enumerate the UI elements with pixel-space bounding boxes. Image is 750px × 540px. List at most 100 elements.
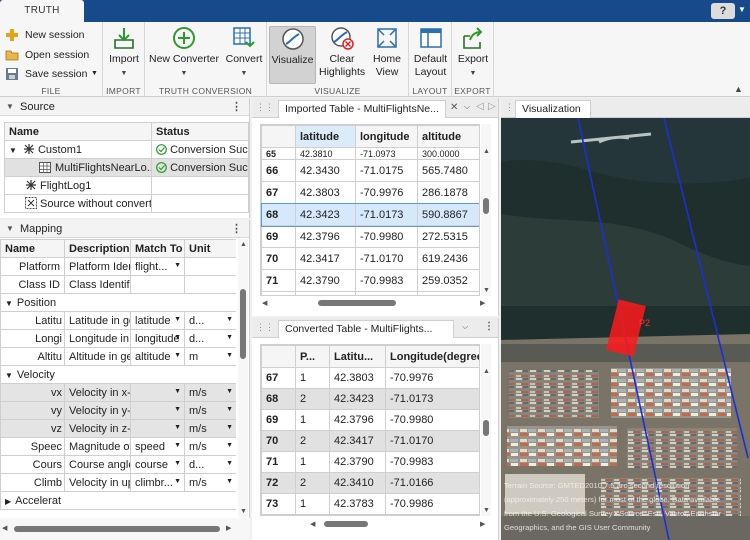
imported-cell-lon[interactable]: -71.0173 [355, 203, 418, 226]
mapping-row[interactable]: Class ID Class Identifie [0, 275, 236, 294]
tab-visualization[interactable]: Visualization [515, 100, 591, 118]
imported-row[interactable]: 66 42.3430 -71.0175 565.7480 [261, 159, 479, 182]
imported-cell-alt[interactable]: 272.5315 [417, 225, 479, 248]
save-session-dropdown-icon[interactable]: ▼ [91, 65, 98, 83]
converted-tab-grip-icon[interactable]: ⋮⋮ [256, 322, 274, 333]
mapping-row[interactable]: Latitu Latitude in ge latitude ▼ d... ▼ [0, 311, 236, 330]
dropdown-caret-icon[interactable]: ▼ [174, 388, 181, 395]
mapping-row[interactable]: ▶ Accelerat [0, 491, 236, 510]
help-dropdown-icon[interactable]: ▼ [738, 5, 746, 14]
import-button[interactable]: Import ▼ [105, 26, 143, 84]
dropdown-caret-icon[interactable]: ▼ [174, 460, 181, 467]
visualize-button[interactable]: Visualize [269, 26, 316, 84]
converted-cell-lat[interactable]: 42.3410 [329, 472, 386, 494]
converted-cell-lon[interactable]: -70.9986 [385, 493, 479, 515]
dropdown-caret-icon[interactable]: ▼ [226, 478, 233, 485]
imported-cell-lat[interactable]: 42.3417 [295, 247, 356, 270]
mapping-row[interactable]: Platform Platform Identflight...▼ [0, 257, 236, 276]
converted-cell-lon[interactable]: -71.0173 [385, 388, 479, 410]
imported-cell-alt[interactable]: 259.0352 [417, 269, 479, 292]
imported-cell-lat[interactable]: 42.3803 [295, 181, 356, 204]
imported-cell-lat[interactable]: 42.3810 [295, 147, 356, 160]
dropdown-caret-icon[interactable]: ▼ [174, 424, 181, 431]
mapping-match-to-dropdown[interactable]: course ▼ [130, 455, 185, 474]
mapping-col-match-to[interactable]: Match To [130, 239, 185, 258]
mapping-row[interactable]: vx Velocity in x-d ▼ m/s ▼ [0, 383, 236, 402]
dropdown-caret-icon[interactable]: ▼ [174, 352, 181, 359]
mapping-unit-dropdown[interactable]: m/s ▼ [184, 401, 236, 420]
converted-row[interactable]: 68 2 42.3423 -71.0173 [261, 388, 479, 410]
collapse-source-icon[interactable]: ▼ [6, 98, 14, 116]
imported-cell-alt[interactable]: 300.0000 [417, 147, 479, 160]
converted-row[interactable]: 70 2 42.3417 -71.0170 [261, 430, 479, 452]
dropdown-caret-icon[interactable]: ▼ [226, 442, 233, 449]
tab-imported-table[interactable]: Imported Table - MultiFlightsNe... [278, 100, 446, 118]
converted-horizontal-scrollbar[interactable]: ◀ ▶ [260, 518, 490, 530]
source-col-status[interactable]: Status [151, 122, 249, 141]
dropdown-caret-icon[interactable]: ▼ [226, 424, 233, 431]
converted-cell-lat[interactable]: 42.3404 [329, 514, 386, 515]
collapse-mapping-icon[interactable]: ▼ [6, 220, 14, 238]
converted-cell-p[interactable]: 2 [295, 430, 330, 452]
imported-cell-lon[interactable]: -71.0973 [355, 147, 418, 160]
expand-group-icon[interactable]: ▼ [5, 371, 13, 380]
imported-cell-alt[interactable]: 619.2436 [417, 247, 479, 270]
mapping-row[interactable]: Cours Course angle course ▼ d... ▼ [0, 455, 236, 474]
converted-cell-p[interactable]: 1 [295, 409, 330, 431]
mapping-match-to-dropdown[interactable]: ▼ [130, 401, 185, 420]
dropdown-caret-icon[interactable]: ▼ [226, 334, 233, 341]
open-session-button[interactable]: Open session [3, 46, 101, 64]
converted-scroll-right-icon[interactable]: ▶ [480, 520, 485, 528]
mapping-unit-dropdown[interactable]: m/s ▼ [184, 437, 236, 456]
dropdown-caret-icon[interactable]: ▼ [174, 334, 181, 341]
source-row-flightlog1[interactable]: FlightLog1 [4, 176, 249, 195]
save-session-button[interactable]: Save session ▼ [3, 65, 101, 83]
mapping-scroll-left-icon[interactable]: ◀ [2, 524, 7, 532]
new-converter-button[interactable]: New Converter ▼ [148, 26, 220, 84]
converted-cell-lat[interactable]: 42.3417 [329, 430, 386, 452]
converted-hscroll-thumb[interactable] [324, 521, 368, 527]
imported-cell-alt[interactable]: 650.6666 [417, 291, 479, 295]
converted-cell-lat[interactable]: 42.3783 [329, 493, 386, 515]
source-row-custom1[interactable]: ▼ Custom1 Conversion Suc... [4, 140, 249, 159]
imported-tab-list-icon[interactable]: ⌵ [464, 102, 470, 112]
mapping-row[interactable]: ▼ Position [0, 293, 236, 312]
converted-cell-p[interactable]: 1 [295, 367, 330, 389]
mapping-unit-dropdown[interactable]: d... ▼ [184, 311, 236, 330]
mapping-unit-dropdown[interactable]: m ▼ [184, 347, 236, 366]
converted-cell-lon[interactable]: -71.0166 [385, 472, 479, 494]
source-col-name[interactable]: Name [4, 122, 152, 141]
imported-cell-lat[interactable]: 42.3790 [295, 269, 356, 292]
mapping-row[interactable]: LongiLongitude in clongitude▼d...▼ [0, 329, 236, 348]
mapping-row[interactable]: ▼ Velocity [0, 365, 236, 384]
mapping-col-name[interactable]: Name [0, 239, 65, 258]
converted-cell-p[interactable]: 2 [295, 388, 330, 410]
imported-tab-close-icon[interactable]: ✕ [450, 102, 458, 113]
imported-tab-grip-icon[interactable]: ⋮⋮ [256, 102, 274, 113]
imported-row[interactable]: 68 42.3423 -71.0173 590.8867 [261, 202, 479, 227]
source-row-without-converter[interactable]: Source without convert... [4, 194, 249, 213]
expand-group-icon[interactable]: ▶ [5, 497, 11, 506]
dropdown-caret-icon[interactable]: ▼ [174, 406, 181, 413]
imported-cell-lat[interactable]: 42.3410 [295, 291, 356, 295]
expand-custom1-icon[interactable]: ▼ [9, 146, 17, 155]
source-row-multiflights[interactable]: MultiFlightsNearLo... Conversion Suc... [4, 158, 249, 177]
imported-row[interactable]: 71 42.3790 -70.9983 259.0352 [261, 269, 479, 292]
tab-converted-table[interactable]: Converted Table - MultiFlights... [278, 320, 454, 338]
clear-highlights-button[interactable]: Clear Highlights [319, 26, 365, 84]
mapping-match-to-dropdown[interactable]: speed ▼ [130, 437, 185, 456]
imported-cell-lon[interactable]: -71.0175 [355, 159, 418, 182]
mapping-match-to-dropdown[interactable]: latitude ▼ [130, 311, 185, 330]
mapping-row[interactable]: Speec Magnitude of speed ▼ m/s ▼ [0, 437, 236, 456]
mapping-row[interactable]: vy Velocity in y-d ▼ m/s ▼ [0, 401, 236, 420]
imported-col-altitude[interactable]: altitude [417, 125, 479, 148]
imported-row[interactable]: 69 42.3796 -70.9980 272.5315 [261, 225, 479, 248]
dropdown-caret-icon[interactable]: ▼ [226, 352, 233, 359]
converted-cell-lat[interactable]: 42.3423 [329, 388, 386, 410]
export-button[interactable]: Export ▼ [454, 26, 492, 84]
imported-row[interactable]: 65 42.3810 -71.0973 300.0000 [261, 147, 479, 160]
convert-button[interactable]: Convert ▼ [223, 26, 265, 84]
imported-cell-lon[interactable]: -70.9980 [355, 225, 418, 248]
mapping-scroll-right-icon[interactable]: ▶ [226, 524, 231, 532]
converted-cell-lat[interactable]: 42.3790 [329, 451, 386, 473]
